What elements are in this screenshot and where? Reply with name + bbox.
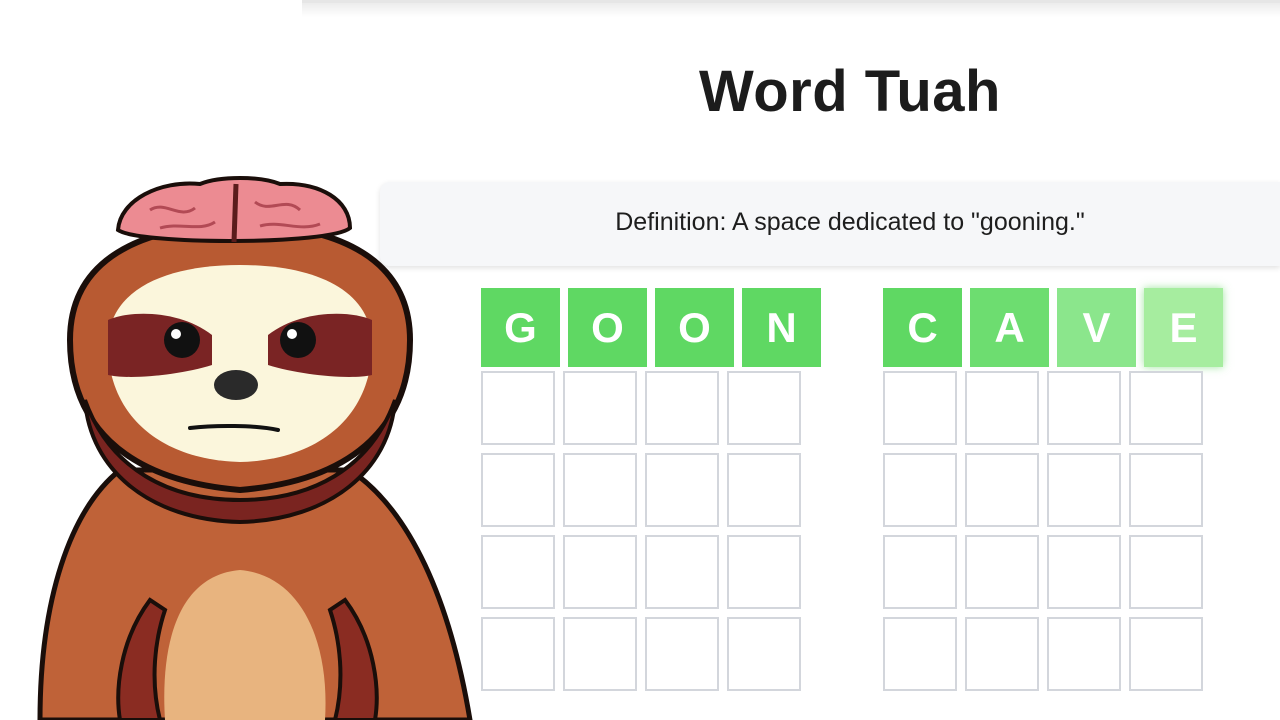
empty-tile[interactable] xyxy=(645,371,719,445)
empty-tile[interactable] xyxy=(1047,453,1121,527)
empty-tile[interactable] xyxy=(965,371,1039,445)
empty-row xyxy=(481,617,821,691)
empty-tile[interactable] xyxy=(563,453,637,527)
letter-tile[interactable]: O xyxy=(568,288,647,367)
sloth-eye-right xyxy=(280,322,316,358)
sloth-nose xyxy=(214,370,258,400)
letter-tile[interactable]: O xyxy=(655,288,734,367)
empty-tile[interactable] xyxy=(645,535,719,609)
empty-row xyxy=(883,371,1223,445)
empty-row xyxy=(481,371,821,445)
empty-tile[interactable] xyxy=(883,453,957,527)
empty-tile[interactable] xyxy=(727,535,801,609)
empty-tile[interactable] xyxy=(727,453,801,527)
empty-tile[interactable] xyxy=(563,371,637,445)
letter-tile[interactable]: N xyxy=(742,288,821,367)
empty-row xyxy=(481,535,821,609)
definition-panel: Definition: A space dedicated to "goonin… xyxy=(380,182,1280,266)
browser-top-edge xyxy=(302,0,1280,17)
empty-tile[interactable] xyxy=(727,371,801,445)
empty-row xyxy=(883,453,1223,527)
empty-tile[interactable] xyxy=(1129,535,1203,609)
empty-tile[interactable] xyxy=(1129,617,1203,691)
empty-tile[interactable] xyxy=(1047,617,1121,691)
sloth-eye-left xyxy=(164,322,200,358)
definition-text: Definition: A space dedicated to "goonin… xyxy=(615,208,1085,236)
empty-row xyxy=(481,453,821,527)
empty-tile[interactable] xyxy=(563,535,637,609)
empty-tile[interactable] xyxy=(1047,535,1121,609)
letter-tile[interactable]: A xyxy=(970,288,1049,367)
empty-tile[interactable] xyxy=(1129,371,1203,445)
letter-tile[interactable]: E xyxy=(1144,288,1223,367)
empty-tile[interactable] xyxy=(883,617,957,691)
guess-row: C A V E xyxy=(883,288,1223,367)
sloth-with-brain-icon xyxy=(37,176,473,720)
empty-tile[interactable] xyxy=(645,617,719,691)
letter-tile[interactable]: C xyxy=(883,288,962,367)
page-title: Word Tuah xyxy=(699,59,1001,124)
guess-row: G O O N xyxy=(481,288,821,367)
empty-tile[interactable] xyxy=(883,371,957,445)
word-board-right: C A V E xyxy=(883,288,1223,699)
empty-tile[interactable] xyxy=(1129,453,1203,527)
empty-row xyxy=(883,617,1223,691)
empty-tile[interactable] xyxy=(1047,371,1121,445)
empty-tile[interactable] xyxy=(727,617,801,691)
word-board-left: G O O N xyxy=(481,288,821,699)
empty-row xyxy=(883,535,1223,609)
empty-tile[interactable] xyxy=(563,617,637,691)
empty-tile[interactable] xyxy=(965,535,1039,609)
empty-tile[interactable] xyxy=(965,617,1039,691)
letter-tile[interactable]: V xyxy=(1057,288,1136,367)
empty-tile[interactable] xyxy=(883,535,957,609)
empty-tile[interactable] xyxy=(965,453,1039,527)
empty-tile[interactable] xyxy=(645,453,719,527)
